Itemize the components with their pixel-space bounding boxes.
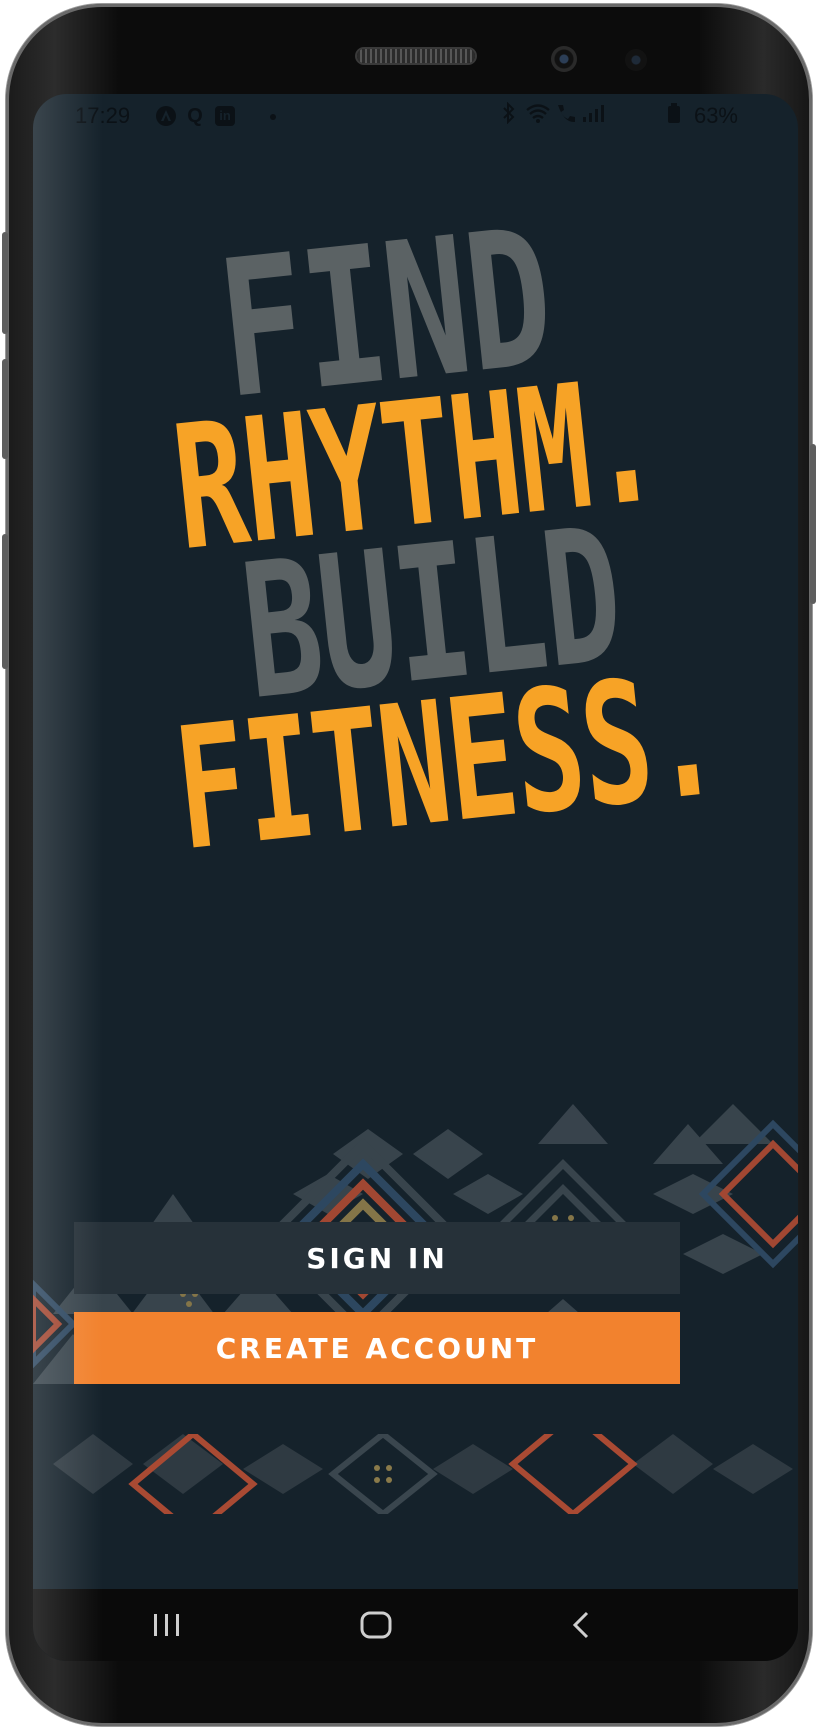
battery-icon — [667, 102, 681, 129]
volume-up-button — [2, 232, 8, 334]
earpiece-speaker — [357, 49, 475, 63]
power-button — [810, 444, 816, 604]
app-a-icon — [156, 106, 176, 126]
notification-dot — [270, 114, 276, 120]
navigation-bar — [33, 1589, 798, 1661]
bixby-button — [2, 359, 8, 459]
sign-in-button[interactable]: SIGN IN — [74, 1222, 680, 1294]
signal-icon — [581, 102, 607, 129]
linkedin-icon: in — [215, 106, 235, 126]
wifi-icon — [525, 102, 551, 129]
status-time: 17:29 — [75, 103, 131, 128]
home-icon[interactable] — [346, 1605, 406, 1645]
headline-line-fitness: FITNESS. — [167, 637, 728, 890]
app-screen: 17:29 Q in 63% FIND RHYTHM. BUILD FITNES… — [33, 94, 798, 1661]
phone-frame: 17:29 Q in 63% FIND RHYTHM. BUILD FITNES… — [2, 4, 816, 1726]
sensor-icon — [625, 49, 647, 71]
volume-down-button — [2, 534, 8, 669]
q-icon: Q — [187, 105, 203, 127]
recent-apps-icon[interactable] — [137, 1605, 197, 1645]
back-icon[interactable] — [551, 1605, 611, 1645]
battery-percent: 63% — [693, 103, 738, 128]
bluetooth-icon — [502, 101, 516, 129]
status-bar: 17:29 Q in 63% — [33, 94, 798, 138]
headline: FIND RHYTHM. BUILD FITNESS. — [114, 189, 731, 889]
wifi-call-icon — [554, 102, 578, 129]
tribal-pattern-bottom — [53, 1434, 793, 1514]
create-account-button[interactable]: CREATE ACCOUNT — [74, 1312, 680, 1384]
front-camera-icon — [551, 46, 577, 72]
